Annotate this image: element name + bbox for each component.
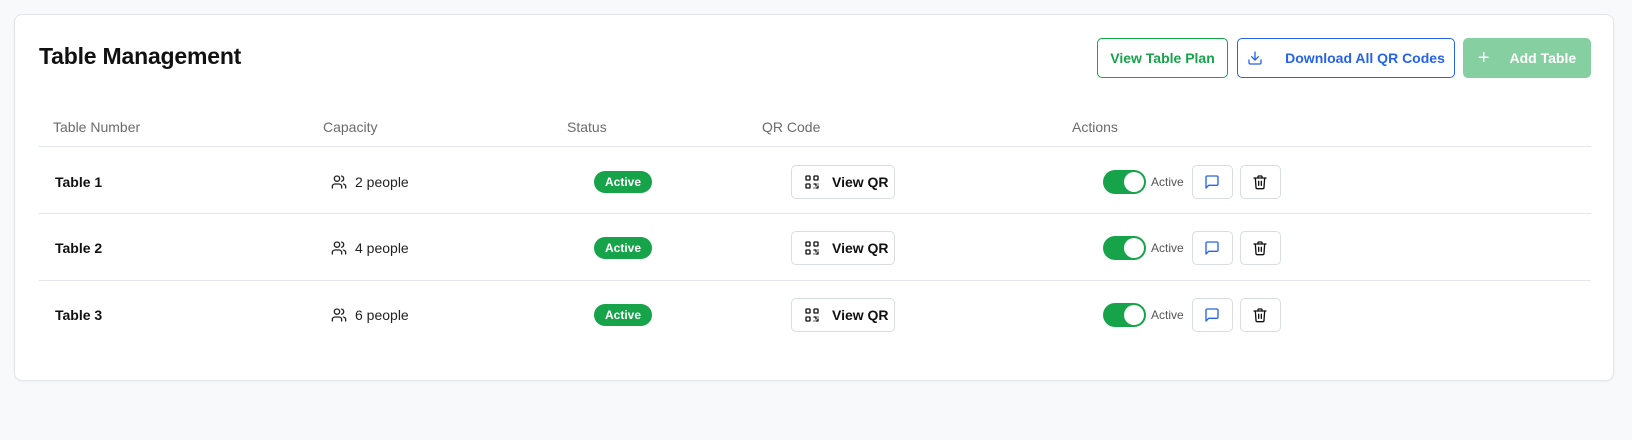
view-qr-label: View QR bbox=[832, 306, 889, 323]
message-square-icon bbox=[1204, 307, 1220, 323]
status-cell: Active bbox=[594, 280, 653, 349]
qr-code-icon bbox=[804, 240, 820, 256]
download-all-qr-button[interactable]: Download All QR Codes bbox=[1237, 38, 1455, 78]
view-qr-button[interactable]: View QR bbox=[791, 231, 895, 265]
message-button[interactable] bbox=[1191, 297, 1233, 332]
delete-button[interactable] bbox=[1239, 231, 1281, 265]
table-row: Table 3 6 people Active View QR Active bbox=[39, 280, 1591, 349]
download-all-qr-label: Download All QR Codes bbox=[1285, 50, 1445, 66]
page-title: Table Management bbox=[39, 43, 242, 69]
column-header-table-number: Table Number bbox=[53, 119, 141, 135]
toggle-knob bbox=[1124, 171, 1144, 192]
users-icon bbox=[331, 174, 347, 190]
view-qr-button[interactable]: View QR bbox=[791, 297, 895, 332]
table-row: Table 1 2 people Active View QR Active bbox=[39, 147, 1591, 216]
plus-icon: + bbox=[1477, 47, 1490, 69]
table-management-card: Table Management View Table Plan Downloa… bbox=[14, 14, 1614, 381]
view-qr-button[interactable]: View QR bbox=[791, 164, 895, 199]
delete-button[interactable] bbox=[1239, 164, 1281, 199]
actions-cell: Active bbox=[1103, 147, 1288, 216]
status-badge: Active bbox=[594, 237, 653, 259]
capacity-value: 4 people bbox=[355, 240, 409, 256]
table-row: Table 2 4 people Active View QR Active bbox=[39, 214, 1591, 283]
view-qr-label: View QR bbox=[832, 240, 889, 256]
add-table-button[interactable]: + Add Table bbox=[1463, 38, 1591, 78]
toggle-knob bbox=[1124, 238, 1144, 258]
delete-button[interactable] bbox=[1239, 297, 1281, 332]
view-qr-label: View QR bbox=[832, 173, 889, 190]
capacity-value: 2 people bbox=[355, 173, 409, 190]
status-badge: Active bbox=[594, 303, 653, 326]
column-header-qr-code: QR Code bbox=[762, 119, 821, 135]
download-icon bbox=[1247, 50, 1263, 66]
capacity-cell: 2 people bbox=[331, 147, 409, 216]
table-number: Table 1 bbox=[55, 173, 103, 190]
users-icon bbox=[331, 307, 347, 323]
view-table-plan-label: View Table Plan bbox=[1110, 50, 1215, 66]
trash-icon bbox=[1252, 307, 1268, 323]
status-badge: Active bbox=[594, 170, 653, 193]
status-cell: Active bbox=[594, 147, 653, 216]
message-square-icon bbox=[1204, 240, 1220, 256]
message-button[interactable] bbox=[1191, 231, 1233, 265]
active-toggle[interactable] bbox=[1103, 302, 1146, 327]
message-button[interactable] bbox=[1191, 164, 1233, 199]
view-table-plan-button[interactable]: View Table Plan bbox=[1097, 38, 1228, 78]
message-square-icon bbox=[1204, 174, 1220, 190]
status-cell: Active bbox=[594, 214, 653, 283]
actions-cell: Active bbox=[1103, 280, 1288, 349]
toggle-label: Active bbox=[1151, 307, 1184, 322]
qr-code-icon bbox=[804, 174, 820, 190]
trash-icon bbox=[1252, 174, 1268, 190]
capacity-cell: 4 people bbox=[331, 214, 409, 283]
toggle-label: Active bbox=[1151, 241, 1184, 255]
table-number: Table 2 bbox=[55, 240, 103, 256]
trash-icon bbox=[1252, 240, 1268, 256]
active-toggle[interactable] bbox=[1103, 169, 1146, 194]
qr-code-cell: View QR bbox=[791, 280, 895, 349]
column-header-actions: Actions bbox=[1072, 119, 1118, 135]
active-toggle[interactable] bbox=[1103, 236, 1146, 260]
users-icon bbox=[331, 240, 347, 256]
toggle-knob bbox=[1124, 304, 1144, 325]
qr-code-cell: View QR bbox=[791, 147, 895, 216]
table-number: Table 3 bbox=[55, 306, 103, 323]
capacity-cell: 6 people bbox=[331, 280, 409, 349]
qr-code-icon bbox=[804, 307, 820, 323]
capacity-value: 6 people bbox=[355, 306, 409, 323]
qr-code-cell: View QR bbox=[791, 214, 895, 283]
add-table-label: Add Table bbox=[1509, 50, 1577, 66]
actions-cell: Active bbox=[1103, 214, 1288, 283]
column-header-status: Status bbox=[567, 119, 607, 135]
column-header-capacity: Capacity bbox=[323, 119, 378, 135]
toggle-label: Active bbox=[1151, 174, 1184, 189]
